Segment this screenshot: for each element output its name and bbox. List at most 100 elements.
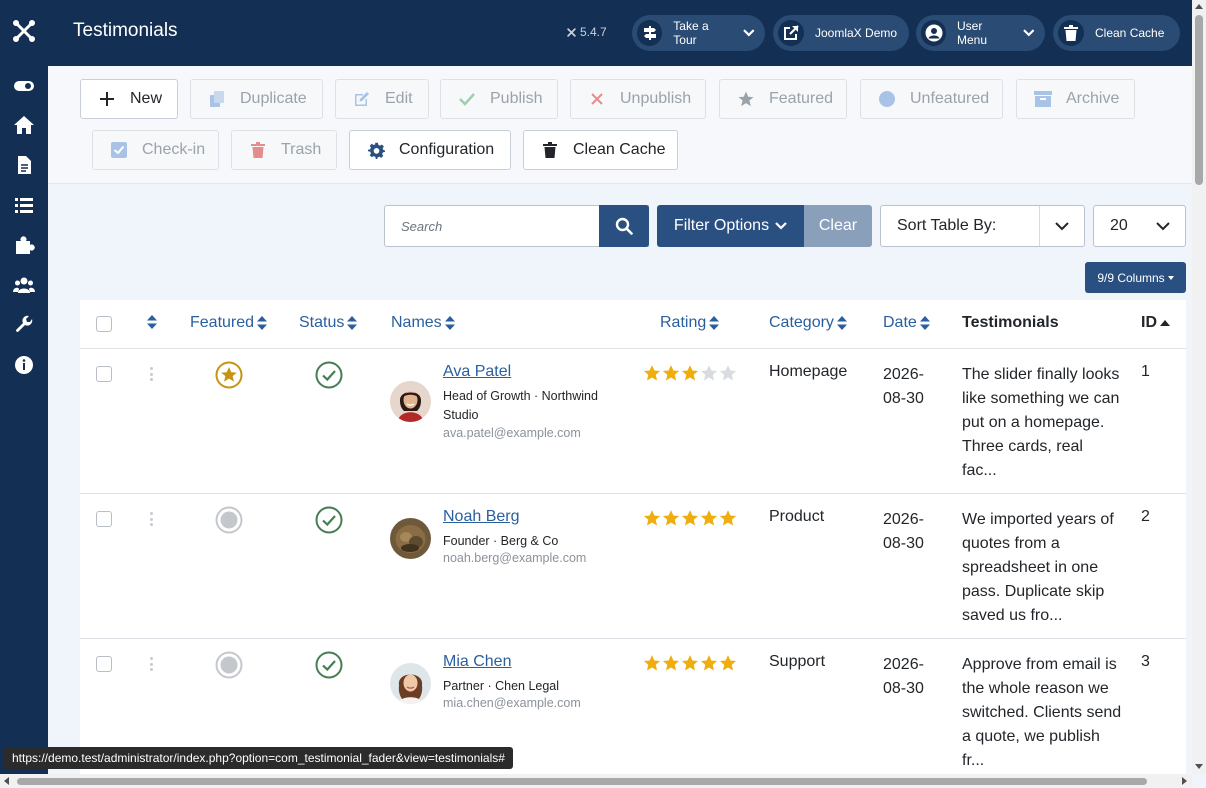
drag-handle-icon[interactable]	[148, 367, 154, 381]
publish-button[interactable]: Publish	[440, 79, 558, 119]
clear-button[interactable]: Clear	[804, 205, 872, 247]
published-check-icon[interactable]	[315, 361, 343, 389]
vertical-scroll-thumb[interactable]	[1195, 15, 1203, 185]
unfeatured-circle-icon[interactable]	[215, 651, 243, 679]
published-check-icon[interactable]	[315, 506, 343, 534]
clean-cache-button[interactable]: Clean Cache	[523, 130, 678, 170]
names-sort-header[interactable]: Names	[391, 314, 455, 332]
page-title: Testimonials	[73, 20, 178, 41]
archive-button[interactable]: Archive	[1016, 79, 1135, 119]
vertical-scrollbar[interactable]	[1192, 0, 1206, 774]
edit-button[interactable]: Edit	[335, 79, 429, 119]
author-role: Founder · Berg & Co	[443, 534, 559, 548]
drag-handle-icon[interactable]	[148, 512, 154, 526]
status-sort-header[interactable]: Status	[299, 314, 358, 332]
sort-icon	[347, 316, 358, 330]
rating-stars	[643, 364, 737, 382]
testimonial-text: The slider finally looks like something …	[962, 366, 1120, 479]
rating-sort-header[interactable]: Rating	[660, 314, 720, 332]
sidebar	[0, 0, 48, 788]
content-icon[interactable]	[0, 145, 48, 185]
clean-cache-label: Clean Cache	[573, 141, 666, 158]
toggle-menu-icon[interactable]	[0, 66, 48, 106]
author-role: Head of Growth · Northwind Studio	[443, 389, 598, 422]
take-a-tour-label: Take a Tour	[673, 19, 709, 47]
id-sort-header[interactable]: ID	[1141, 314, 1170, 332]
testimonial-name-link[interactable]: Ava Patel	[443, 363, 511, 381]
x-icon	[588, 90, 606, 108]
list-limit-value: 20	[1110, 217, 1128, 234]
version-text: 5.4.7	[580, 25, 607, 39]
star-filled-icon	[681, 655, 699, 671]
row-checkbox[interactable]	[96, 366, 112, 382]
filter-options-button[interactable]: Filter Options	[657, 205, 804, 247]
horizontal-scrollbar[interactable]	[0, 774, 1192, 788]
configuration-button[interactable]: Configuration	[349, 130, 511, 170]
id-cell: 1	[1141, 363, 1150, 380]
avatar	[390, 663, 431, 704]
avatar	[390, 518, 431, 559]
joomlax-demo-button[interactable]: JoomlaX Demo	[773, 15, 909, 51]
users-icon[interactable]	[0, 265, 48, 305]
check-in-button[interactable]: Check-in	[92, 130, 219, 170]
date-sort-header[interactable]: Date	[883, 314, 930, 332]
testimonial-name-link[interactable]: Mia Chen	[443, 653, 511, 671]
featured-button[interactable]: Featured	[719, 79, 847, 119]
search-button[interactable]	[599, 205, 649, 247]
horizontal-scroll-thumb[interactable]	[17, 778, 1147, 785]
duplicate-button[interactable]: Duplicate	[190, 79, 323, 119]
home-icon[interactable]	[0, 105, 48, 145]
star-filled-icon	[681, 510, 699, 526]
signpost-icon	[637, 20, 663, 46]
user-menu-button[interactable]: User Menu	[916, 15, 1045, 51]
columns-toggle-button[interactable]: 9/9 Columns	[1085, 262, 1186, 293]
select-all-checkbox[interactable]	[96, 316, 112, 332]
date-cell: 2026-08-30	[883, 656, 924, 697]
featured-label: Featured	[769, 90, 834, 107]
row-checkbox[interactable]	[96, 511, 112, 527]
category-sort-header[interactable]: Category	[769, 314, 847, 332]
trash-button[interactable]: Trash	[231, 130, 337, 170]
featured-star-icon[interactable]	[215, 361, 243, 389]
new-button[interactable]: New	[80, 79, 178, 119]
duplicate-label: Duplicate	[240, 90, 307, 107]
row-checkbox[interactable]	[96, 656, 112, 672]
menus-icon[interactable]	[0, 185, 48, 225]
configuration-label: Configuration	[399, 141, 495, 158]
rating-stars	[643, 654, 737, 672]
gear-icon	[367, 141, 385, 159]
category-header-label: Category	[769, 314, 834, 331]
star-filled-icon	[700, 655, 718, 671]
chevron-down-icon	[1039, 206, 1084, 246]
drag-handle-icon[interactable]	[148, 657, 154, 671]
featured-sort-header[interactable]: Featured	[190, 314, 268, 332]
chevron-down-icon	[775, 222, 787, 230]
unpublish-button[interactable]: Unpublish	[570, 79, 706, 119]
star-filled-icon	[662, 655, 680, 671]
sort-icon	[257, 316, 268, 330]
user-menu-label: User Menu	[957, 19, 988, 47]
ordering-sort-header[interactable]	[147, 314, 157, 330]
take-a-tour-button[interactable]: Take a Tour	[632, 15, 765, 51]
joomla-logo-icon[interactable]	[11, 18, 37, 44]
checkbox-checked-icon	[110, 141, 128, 159]
list-limit-select[interactable]: 20	[1093, 205, 1186, 247]
external-link-icon	[778, 20, 804, 46]
unfeatured-circle-icon[interactable]	[215, 506, 243, 534]
sort-table-select[interactable]: Sort Table By:	[880, 205, 1085, 247]
star-filled-icon	[643, 365, 661, 381]
header-clean-cache-button[interactable]: Clean Cache	[1053, 15, 1180, 51]
columns-label: 9/9 Columns	[1097, 270, 1165, 285]
testimonial-name-link[interactable]: Noah Berg	[443, 508, 520, 526]
published-check-icon[interactable]	[315, 651, 343, 679]
unfeatured-button[interactable]: Unfeatured	[860, 79, 1003, 119]
testimonial-text: Approve from email is the whole reason w…	[962, 656, 1122, 769]
table-header: Featured Status Names Rating Category Da…	[80, 300, 1186, 349]
components-icon[interactable]	[0, 225, 48, 265]
star-filled-icon	[662, 365, 680, 381]
id-header-label: ID	[1141, 314, 1157, 331]
star-filled-icon	[662, 510, 680, 526]
system-wrench-icon[interactable]	[0, 305, 48, 345]
date-cell: 2026-08-30	[883, 366, 924, 407]
help-info-icon[interactable]	[0, 345, 48, 385]
